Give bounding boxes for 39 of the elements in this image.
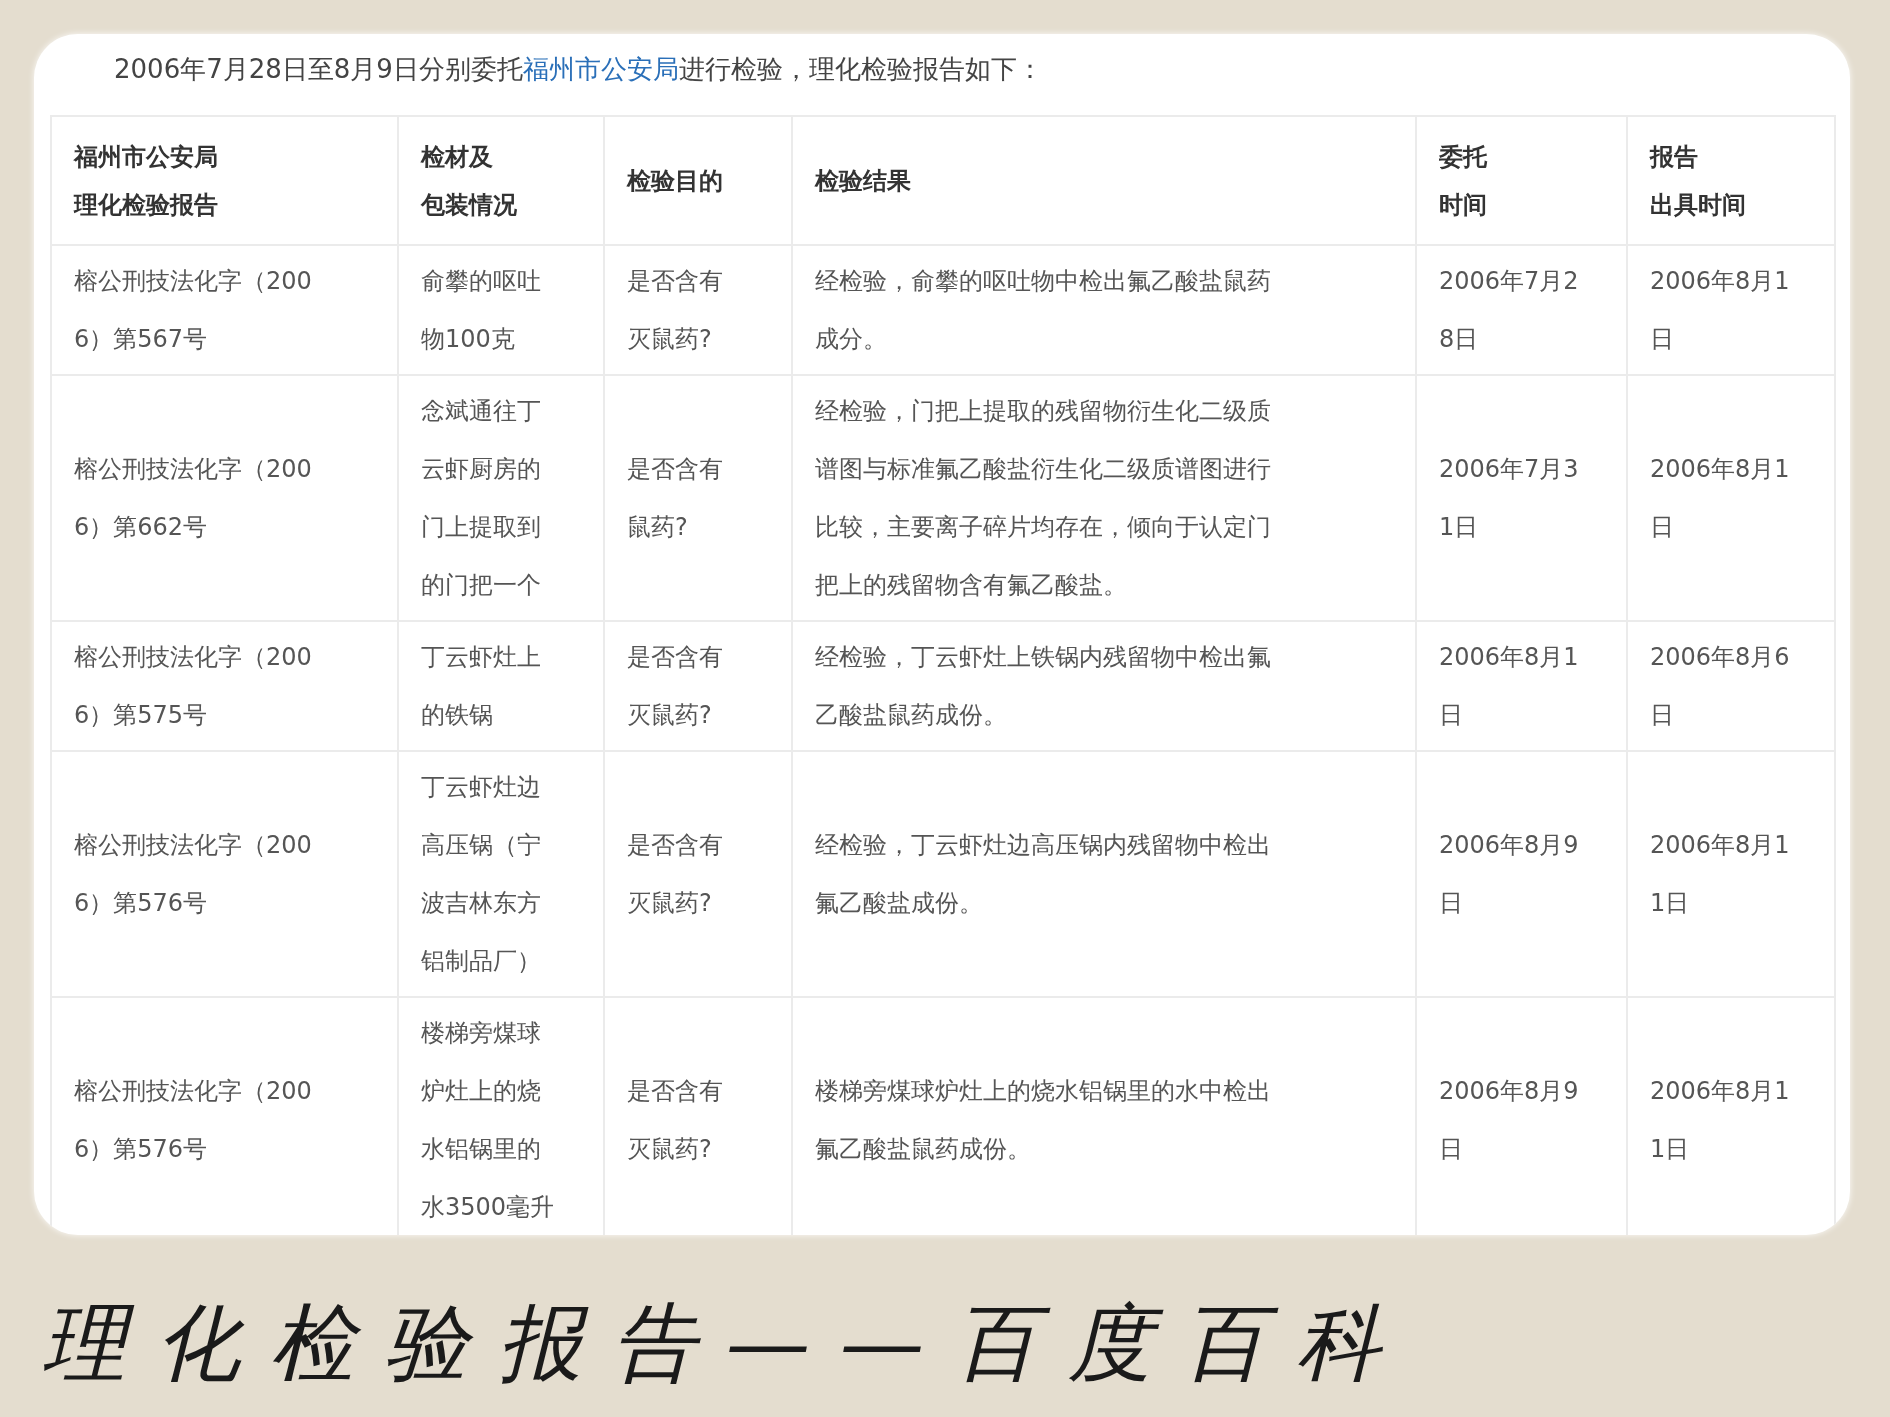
table-cell-text: 楼梯旁煤球 炉灶上的烧 水铝锅里的 水3500毫升 [421, 1018, 555, 1223]
table-cell-text: 榕公刑技法化字（200 6）第576号 [74, 830, 312, 919]
table-cell-text: 榕公刑技法化字（200 6）第662号 [74, 454, 312, 543]
intro-text: 2006年7月28日至8月9日分别委托福州市公安局进行检验，理化检验报告如下： [113, 53, 1044, 86]
column-header: 检材及 包装情况 [421, 141, 517, 221]
table-cell-text: 楼梯旁煤球炉灶上的烧水铝锅里的水中检出 氟乙酸盐鼠药成份。 [815, 1076, 1271, 1165]
table-cell-text: 2006年8月1 日 [1650, 454, 1790, 543]
table-cell-text: 经检验，门把上提取的残留物衍生化二级质 谱图与标准氟乙酸盐衍生化二级质谱图进行 比较，主要离子碎片均存在，倾向于认定门 把上的残留物含有氟乙酸盐。 [815, 396, 1271, 601]
table-cell-text: 丁云虾灶边 高压锅（宁 波吉林东方 铝制品厂） [421, 772, 541, 977]
table-cell-text: 2006年8月1 1日 [1650, 830, 1790, 919]
column-header: 委托 时间 [1439, 141, 1487, 221]
table-cell-text: 是否含有 鼠药? [627, 454, 723, 543]
table-cell-text: 2006年8月9 日 [1439, 830, 1579, 919]
column-header: 检验目的 [627, 165, 723, 197]
police-link[interactable]: 福州市公安局 [522, 54, 679, 84]
table-cell-text: 是否含有 灭鼠药? [627, 266, 723, 355]
table-cell-text: 2006年7月2 8日 [1439, 266, 1579, 355]
table-cell-text: 经检验，丁云虾灶上铁锅内残留物中检出氟 乙酸盐鼠药成份。 [815, 642, 1271, 731]
table-cell-text: 丁云虾灶上 的铁锅 [421, 642, 541, 731]
table-cell-text: 经检验，丁云虾灶边高压锅内残留物中检出 氟乙酸盐成份。 [815, 830, 1271, 919]
table-cell-text: 2006年8月1 1日 [1650, 1076, 1790, 1165]
table-cell-text: 2006年8月1 日 [1650, 266, 1790, 355]
table-cell-text: 是否含有 灭鼠药? [627, 1076, 723, 1165]
column-header: 福州市公安局 理化检验报告 [74, 141, 218, 221]
table-cell-text: 2006年8月6 日 [1650, 642, 1790, 731]
table-cell-text: 2006年8月1 日 [1439, 642, 1579, 731]
table-cell-text: 2006年8月9 日 [1439, 1076, 1579, 1165]
column-header: 报告 出具时间 [1650, 141, 1746, 221]
table-cell-text: 榕公刑技法化字（200 6）第576号 [74, 1076, 312, 1165]
table-cell-text: 俞攀的呕吐 物100克 [421, 266, 541, 355]
table-cell-text: 念斌通往丁 云虾厨房的 门上提取到 的门把一个 [421, 396, 541, 601]
column-header: 检验结果 [815, 165, 911, 197]
table-cell-text: 是否含有 灭鼠药? [627, 830, 723, 919]
table-cell-text: 是否含有 灭鼠药? [627, 642, 723, 731]
caption-text: 理化检验报告——百度百科 [42, 1293, 1411, 1394]
table-cell-text: 2006年7月3 1日 [1439, 454, 1579, 543]
table-cell-text: 经检验，俞攀的呕吐物中检出氟乙酸盐鼠药 成分。 [815, 266, 1271, 355]
table-cell-text: 榕公刑技法化字（200 6）第575号 [74, 642, 312, 731]
table-cell-text: 榕公刑技法化字（200 6）第567号 [74, 266, 312, 355]
